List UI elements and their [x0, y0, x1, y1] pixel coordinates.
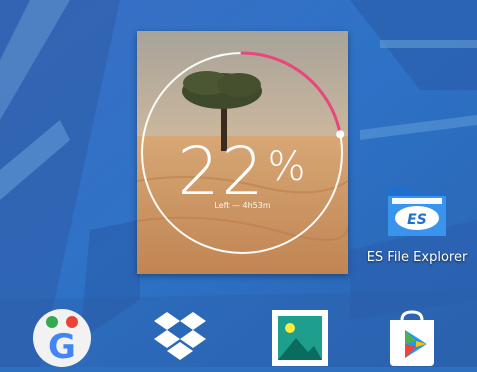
battery-widget[interactable]: 22% Left — 4h53m — [137, 31, 348, 274]
es-file-explorer-shortcut[interactable]: ES ES File Explorer — [362, 172, 472, 272]
gallery-app[interactable] — [270, 308, 330, 368]
svg-text:G: G — [48, 327, 76, 367]
es-file-explorer-icon: ES — [388, 188, 446, 236]
google-folder-icon: G — [33, 309, 91, 367]
dropbox-icon — [154, 312, 206, 360]
svg-text:ES: ES — [407, 212, 427, 228]
battery-percentage-unit: % — [267, 144, 308, 190]
battery-ring-knob — [336, 130, 345, 139]
dropbox-app[interactable] — [150, 308, 210, 368]
google-folder[interactable]: G — [32, 308, 92, 368]
play-store-icon — [390, 310, 434, 366]
battery-percentage-value: 22 — [177, 133, 266, 210]
battery-time-left: Left — 4h53m — [214, 201, 271, 210]
play-store-app[interactable] — [382, 308, 442, 368]
gallery-icon — [272, 310, 328, 366]
es-file-explorer-label: ES File Explorer — [366, 250, 468, 265]
battery-percentage: 22% — [137, 139, 348, 205]
